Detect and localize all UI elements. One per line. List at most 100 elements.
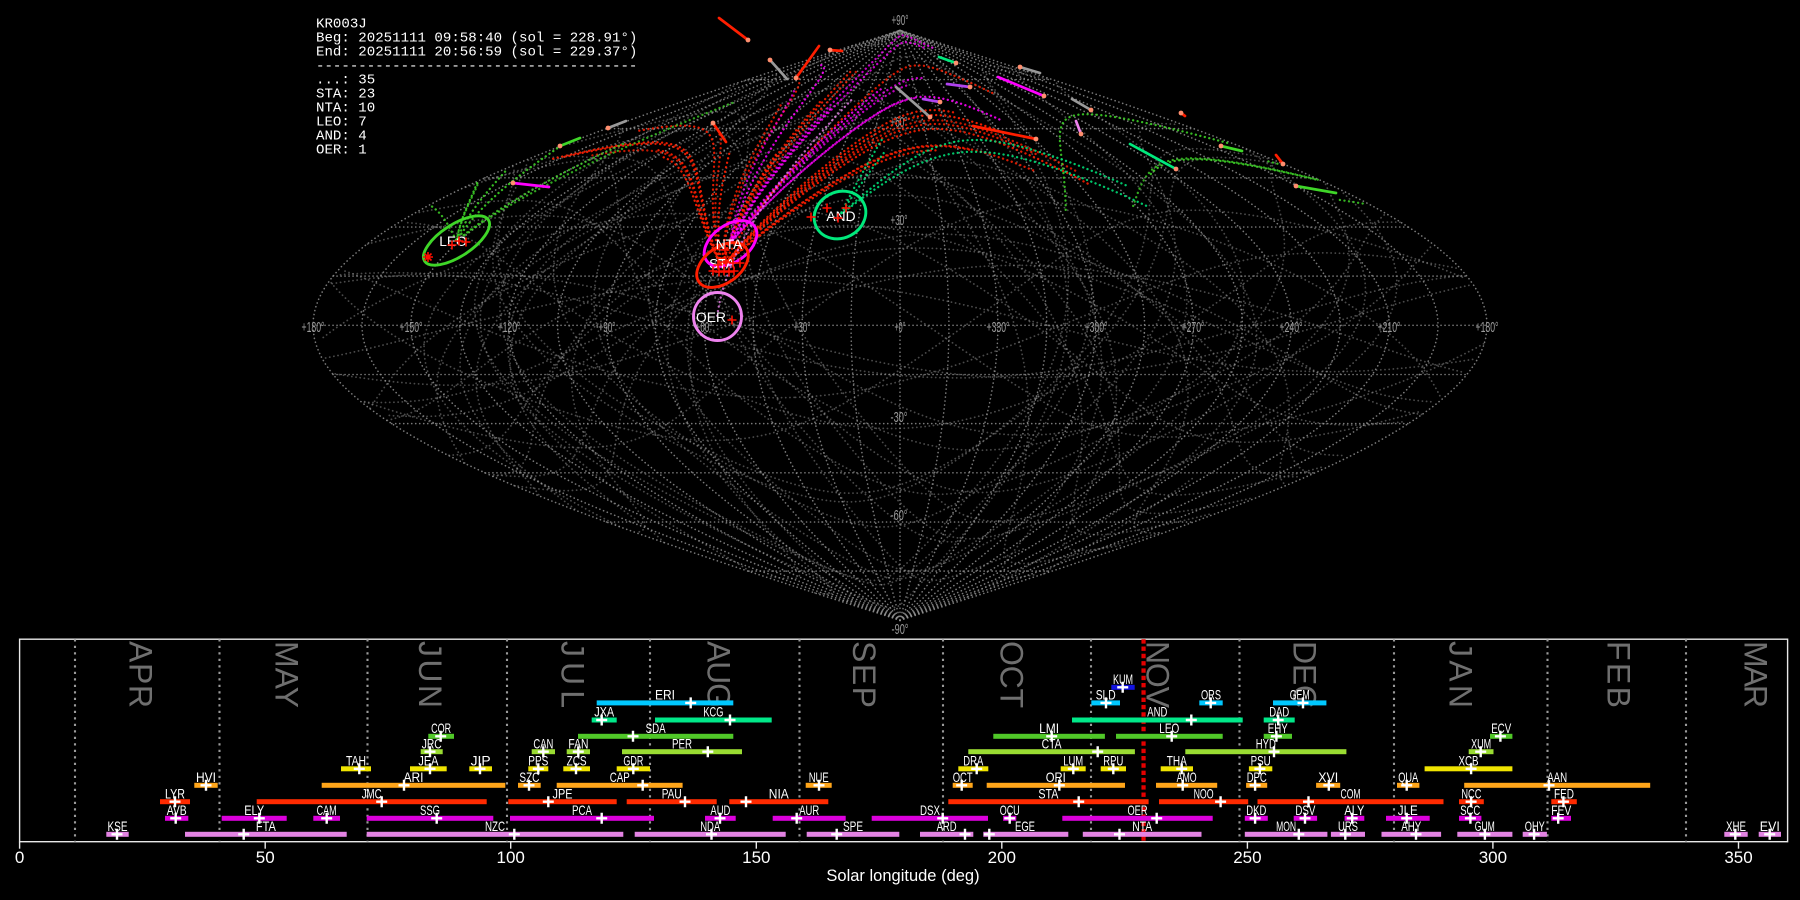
svg-text:DKD: DKD xyxy=(1246,803,1266,818)
svg-text:JUN: JUN xyxy=(412,641,448,708)
svg-text:EVI: EVI xyxy=(1760,819,1780,834)
svg-text:OCT: OCT xyxy=(993,641,1029,708)
svg-text:OER: OER xyxy=(696,310,726,325)
svg-text:SCC: SCC xyxy=(1460,803,1480,818)
svg-text:PPS: PPS xyxy=(528,753,548,768)
svg-text:MON: MON xyxy=(1276,819,1296,834)
svg-text:OER: OER xyxy=(1128,803,1148,818)
svg-text:JIP: JIP xyxy=(471,753,491,768)
svg-text:XHE: XHE xyxy=(1726,819,1746,834)
svg-text:AHY: AHY xyxy=(1401,819,1421,834)
svg-text:+180°: +180° xyxy=(302,319,325,336)
svg-text:-60°: -60° xyxy=(891,507,908,524)
svg-text:PSU: PSU xyxy=(1251,753,1271,768)
svg-text:NIA: NIA xyxy=(769,786,790,801)
svg-text:AND: AND xyxy=(826,209,855,224)
svg-text:350: 350 xyxy=(1724,848,1752,867)
svg-text:PCA: PCA xyxy=(572,803,593,818)
svg-text:XVI: XVI xyxy=(1318,770,1338,785)
svg-text:FTA: FTA xyxy=(256,819,277,834)
svg-text:EGE: EGE xyxy=(1015,819,1035,834)
svg-text:+210°: +210° xyxy=(1378,319,1401,336)
svg-text:NOO: NOO xyxy=(1194,786,1214,801)
svg-text:QUA: QUA xyxy=(1398,770,1419,785)
svg-text:DRA: DRA xyxy=(963,753,984,768)
svg-text:100: 100 xyxy=(497,848,525,867)
svg-text:Solar longitude (deg): Solar longitude (deg) xyxy=(826,867,979,885)
svg-text:AAN: AAN xyxy=(1547,770,1567,785)
svg-text:+180°: +180° xyxy=(1476,319,1499,336)
svg-text:LEO: LEO xyxy=(1159,721,1179,736)
svg-text:ARI: ARI xyxy=(404,770,424,785)
svg-text:OCU: OCU xyxy=(1000,803,1020,818)
svg-text:HYD: HYD xyxy=(1256,736,1276,751)
svg-text:NZC: NZC xyxy=(485,819,505,834)
svg-text:NTA: NTA xyxy=(1132,819,1153,834)
svg-text:NCC: NCC xyxy=(1461,786,1481,801)
svg-text:COR: COR xyxy=(431,721,451,736)
svg-text:JAN: JAN xyxy=(1442,641,1478,708)
svg-text:LYR: LYR xyxy=(165,786,185,801)
svg-text:SSG: SSG xyxy=(420,803,440,818)
svg-text:LMI: LMI xyxy=(1039,721,1059,736)
svg-text:THA: THA xyxy=(1167,753,1188,768)
svg-text:JLE: JLE xyxy=(1398,803,1418,818)
svg-text:APR: APR xyxy=(122,641,158,708)
svg-text:-90°: -90° xyxy=(892,621,909,638)
svg-text:+150°: +150° xyxy=(400,319,423,336)
svg-text:KCG: KCG xyxy=(703,705,723,720)
svg-text:ARD: ARD xyxy=(937,819,957,834)
svg-text:MAR: MAR xyxy=(1737,641,1773,708)
svg-text:STA: STA xyxy=(1038,786,1059,801)
svg-text:150: 150 xyxy=(742,848,770,867)
svg-text:PER: PER xyxy=(672,736,692,751)
svg-text:DSV: DSV xyxy=(1295,803,1315,818)
svg-text:0: 0 xyxy=(15,848,24,867)
svg-text:AVB: AVB xyxy=(167,803,187,818)
svg-text:+30°: +30° xyxy=(891,212,908,229)
svg-text:+330°: +330° xyxy=(987,319,1010,336)
svg-text:MAY: MAY xyxy=(268,641,304,708)
svg-text:ALY: ALY xyxy=(1344,803,1364,818)
svg-text:LUM: LUM xyxy=(1063,753,1083,768)
svg-text:RPU: RPU xyxy=(1103,753,1123,768)
svg-text:OHY: OHY xyxy=(1525,819,1545,834)
svg-text:DSX: DSX xyxy=(920,803,940,818)
svg-text:FED: FED xyxy=(1554,786,1574,801)
svg-text:KUM: KUM xyxy=(1113,672,1133,687)
svg-text:AUR: AUR xyxy=(799,803,819,818)
svg-text:ORI: ORI xyxy=(1046,770,1066,785)
svg-text:GEM: GEM xyxy=(1290,688,1310,703)
svg-text:JEA: JEA xyxy=(418,753,439,768)
svg-text:XUM: XUM xyxy=(1471,736,1491,751)
svg-text:JPE: JPE xyxy=(553,786,573,801)
svg-text:250: 250 xyxy=(1233,848,1261,867)
svg-text:ZCS: ZCS xyxy=(567,753,587,768)
svg-text:PAU: PAU xyxy=(662,786,682,801)
svg-text:ECV: ECV xyxy=(1491,721,1511,736)
svg-text:-30°: -30° xyxy=(891,409,908,426)
svg-text:FAN: FAN xyxy=(568,736,588,751)
svg-text:ORS: ORS xyxy=(1201,688,1221,703)
svg-text:GDR: GDR xyxy=(623,753,643,768)
svg-text:COM: COM xyxy=(1341,786,1361,801)
svg-text:SPE: SPE xyxy=(843,819,863,834)
svg-text:SLD: SLD xyxy=(1096,688,1116,703)
svg-text:AUD: AUD xyxy=(710,803,730,818)
svg-text:JXA: JXA xyxy=(594,705,615,720)
svg-text:SEP: SEP xyxy=(846,641,882,708)
svg-text:+90°: +90° xyxy=(892,12,909,29)
svg-text:KSE: KSE xyxy=(108,819,128,834)
svg-text:JRC: JRC xyxy=(422,736,442,751)
svg-text:FEV: FEV xyxy=(1551,803,1571,818)
svg-text:NDA: NDA xyxy=(700,819,721,834)
svg-text:TAH: TAH xyxy=(346,753,366,768)
svg-text:CAN: CAN xyxy=(533,736,553,751)
svg-text:FEB: FEB xyxy=(1600,641,1636,708)
svg-text:XCB: XCB xyxy=(1459,753,1479,768)
svg-text:CAM: CAM xyxy=(317,803,337,818)
svg-text:CTA: CTA xyxy=(1042,736,1063,751)
svg-text:DAD: DAD xyxy=(1269,705,1289,720)
svg-text:SDA: SDA xyxy=(646,721,667,736)
svg-text:AUG: AUG xyxy=(700,641,736,708)
